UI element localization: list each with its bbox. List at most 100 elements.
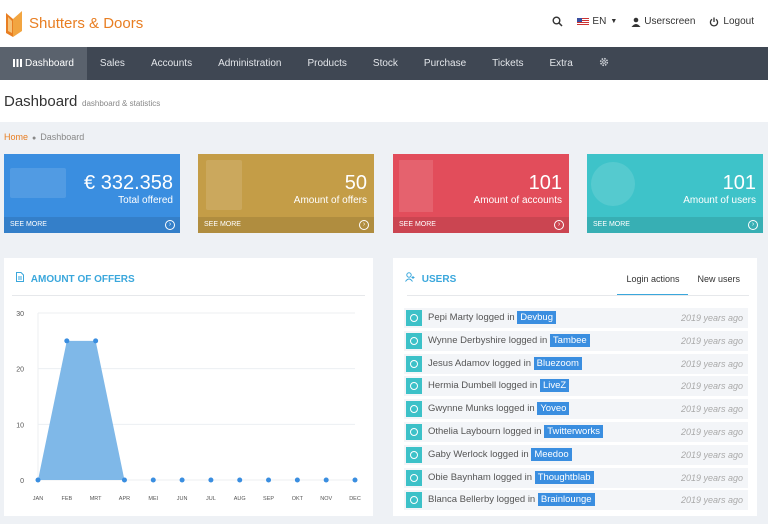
x-tick-label: NOV <box>320 496 332 502</box>
clock-icon <box>406 424 422 440</box>
nav-item-purchase[interactable]: Purchase <box>411 47 479 80</box>
nav-label: Products <box>307 58 347 69</box>
clock-icon <box>406 492 422 509</box>
nav-item-tickets[interactable]: Tickets <box>479 47 536 80</box>
user-name: Wynne Derbyshire <box>428 334 507 346</box>
company-tag[interactable]: Bluezoom <box>533 356 582 370</box>
stat-value: € 332.358 <box>84 172 173 194</box>
user-action: logged in <box>496 403 535 415</box>
data-point <box>266 477 272 483</box>
user-name: Gaby Werlock <box>428 448 488 460</box>
user-action: logged in <box>493 471 533 483</box>
data-point <box>294 477 300 483</box>
nav-label: Sales <box>99 58 125 69</box>
x-tick-label: SEP <box>263 496 274 502</box>
user-activity-text: Wynne Derbyshire logged in Tambee <box>428 333 590 347</box>
nav-label: Accounts <box>150 58 193 69</box>
language-selector[interactable]: EN ▼ <box>577 16 617 27</box>
nav-label: Administration <box>218 58 282 69</box>
user-add-icon <box>405 272 418 285</box>
brand-name[interactable]: Shutters & Doors <box>29 15 143 32</box>
nav-label: Tickets <box>492 58 524 69</box>
y-tick-label: 0 <box>20 478 24 485</box>
see-more-link[interactable]: SEE MORE › <box>198 217 374 233</box>
nav-item-accounts[interactable]: Accounts <box>138 47 205 80</box>
user-activity-text: Obie Baynham logged in Thoughtblab <box>428 470 594 484</box>
timestamp: 2019 years ago <box>680 313 743 323</box>
timestamp: 2019 years ago <box>680 335 743 346</box>
company-tag[interactable]: Yoveo <box>537 402 570 416</box>
user-name: Obie Baynham <box>428 471 491 483</box>
top-bar: Shutters & Doors EN ▼ Userscreen Logout <box>0 0 768 47</box>
data-point <box>35 477 41 483</box>
users-bg-icon <box>591 162 635 206</box>
stat-card-amount-accounts[interactable]: 101 Amount of accounts SEE MORE › <box>393 154 569 233</box>
stat-label: Amount of users <box>683 195 756 206</box>
stat-card-amount-users[interactable]: 101 Amount of users SEE MORE › <box>587 154 763 233</box>
clock-icon <box>406 401 422 418</box>
see-more-label: SEE MORE <box>10 221 47 228</box>
user-name: Hermia Dumbell <box>428 380 497 392</box>
timestamp: 2019 years ago <box>680 495 743 506</box>
search-icon[interactable] <box>552 16 563 27</box>
monitor-bg-icon <box>10 168 66 198</box>
user-name: Blanca Bellerby <box>428 494 495 506</box>
user-action: logged in <box>476 312 515 323</box>
nav-item-sales[interactable]: Sales <box>87 47 138 80</box>
breadcrumb-home[interactable]: Home <box>4 132 28 142</box>
y-tick-label: 10 <box>16 422 24 429</box>
nav-item-extra[interactable]: Extra <box>536 47 585 80</box>
breadcrumb: Home ● Dashboard <box>4 132 84 142</box>
user-action: logged in <box>508 334 548 346</box>
x-tick-label: MRT <box>90 496 102 502</box>
see-more-link[interactable]: SEE MORE › <box>4 217 180 233</box>
brand-logo[interactable] <box>4 9 24 39</box>
see-more-label: SEE MORE <box>593 221 630 228</box>
main-nav: Dashboard Sales Accounts Administration … <box>0 47 768 80</box>
list-item: Obie Baynham logged in Thoughtblab 2019 y… <box>404 467 748 488</box>
user-activity-text: Pepi Marty logged in Devbug <box>428 311 556 324</box>
see-more-link[interactable]: SEE MORE › <box>393 217 569 233</box>
nav-label: Purchase <box>423 58 467 69</box>
company-tag[interactable]: Tambee <box>549 333 590 347</box>
nav-item-stock[interactable]: Stock <box>360 47 411 80</box>
clock-icon <box>406 355 422 372</box>
nav-item-administration[interactable]: Administration <box>205 47 294 80</box>
userscreen-link[interactable]: Userscreen <box>631 16 695 27</box>
nav-item-dashboard[interactable]: Dashboard <box>0 47 87 80</box>
logout-link[interactable]: Logout <box>709 16 754 27</box>
users-tabs: Login actions New users <box>617 274 749 296</box>
see-more-link[interactable]: SEE MORE › <box>587 217 763 233</box>
y-tick-label: 30 <box>16 311 24 318</box>
users-panel-title: USERS <box>405 272 456 285</box>
stat-label: Amount of accounts <box>473 195 562 206</box>
company-tag[interactable]: Thoughtblab <box>534 470 594 484</box>
data-point <box>64 338 70 344</box>
list-item: Gwynne Munks logged in Yoveo 2019 years a… <box>404 399 748 420</box>
tab-login-actions[interactable]: Login actions <box>617 274 689 296</box>
page-header: Dashboard dashboard & statistics <box>0 80 768 122</box>
nav-item-settings[interactable] <box>586 47 622 80</box>
see-more-label: SEE MORE <box>399 221 436 228</box>
tabs-divider <box>407 295 749 296</box>
company-tag[interactable]: LiveZ <box>539 379 570 393</box>
list-item: Othelia Laybourn logged in Twitterworks 2… <box>404 422 748 442</box>
data-point <box>237 477 243 483</box>
x-tick-label: JUL <box>206 496 216 502</box>
stat-card-amount-offers[interactable]: 50 Amount of offers SEE MORE › <box>198 154 374 233</box>
company-tag[interactable]: Devbug <box>517 311 556 324</box>
company-tag[interactable]: Twitterworks <box>544 425 603 438</box>
tab-new-users[interactable]: New users <box>688 274 749 296</box>
user-activity-text: Gwynne Munks logged in Yoveo <box>428 402 570 416</box>
company-tag[interactable]: Meedoo <box>531 447 572 461</box>
company-tag[interactable]: Brainlounge <box>537 493 595 507</box>
stat-card-total-offered[interactable]: € 332.358 Total offered SEE MORE › <box>4 154 180 233</box>
user-name: Gwynne Munks <box>428 403 494 415</box>
timestamp: 2019 years ago <box>680 358 743 369</box>
arrow-circle-right-icon: › <box>748 220 758 230</box>
x-tick-label: JUN <box>177 496 188 502</box>
breadcrumb-current: Dashboard <box>40 132 85 142</box>
data-point <box>352 477 358 483</box>
timestamp: 2019 years ago <box>680 472 743 483</box>
nav-item-products[interactable]: Products <box>294 47 359 80</box>
